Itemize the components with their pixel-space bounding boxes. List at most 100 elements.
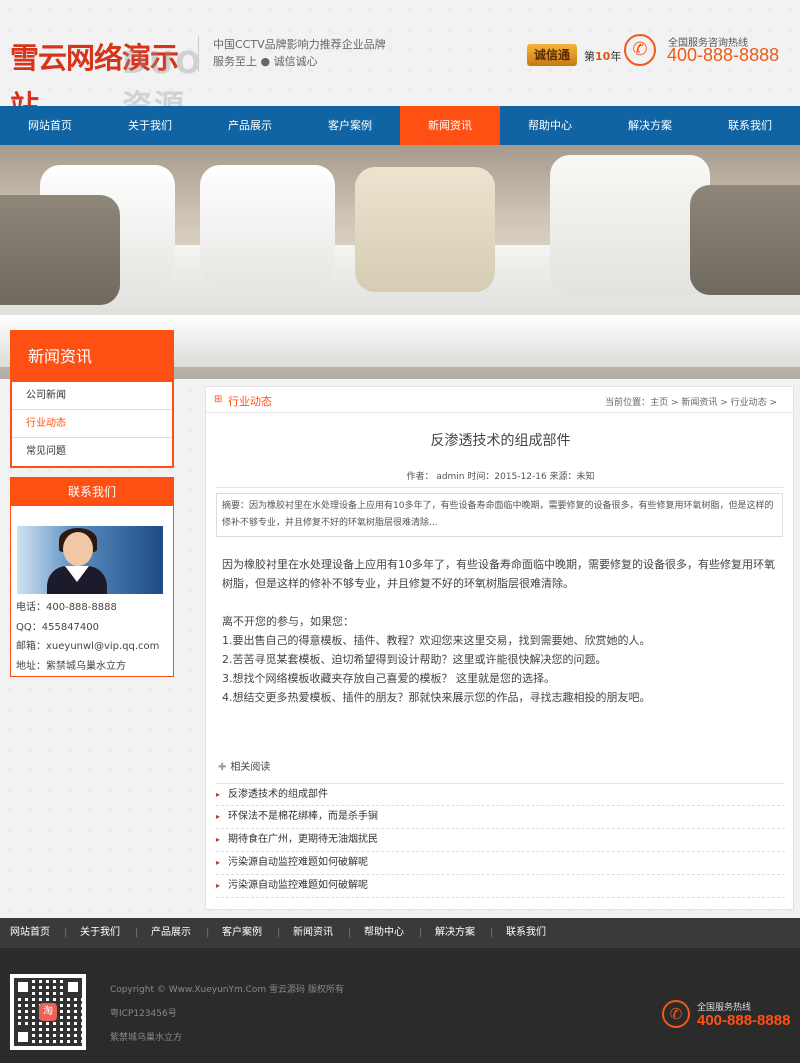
sidebar-item-industry-news[interactable]: 行业动态 xyxy=(12,410,172,438)
phone-icon: ✆ xyxy=(624,34,656,66)
slogan: 中国CCTV品牌影响力推荐企业品牌 服务至上 ● 诚信诚心 xyxy=(198,36,386,72)
related-list: ▸ 反渗透技术的组成部件 ▸ 环保法不是棉花绑棒，而是杀手锏 ▸ 期待食在广州，更期待… xyxy=(216,783,785,898)
sidebar-item-company-news[interactable]: 公司新闻 xyxy=(12,382,172,410)
related-item[interactable]: ▸ 期待食在广州，更期待无油烟扰民 xyxy=(216,829,785,852)
copyright: Copyright © Www.XueyunYm.Com 雪云源码 版权所有 xyxy=(110,985,344,995)
nav-item-news[interactable]: 新闻资讯 xyxy=(400,106,500,145)
footer-nav-cases[interactable]: 客户案例 xyxy=(222,918,262,948)
qr-corner xyxy=(14,978,32,996)
footer-nav: 网站首页 | 关于我们 | 产品展示 | 客户案例 | 新闻资讯 | 帮助中心 … xyxy=(0,918,800,948)
footer-nav-news[interactable]: 新闻资讯 xyxy=(293,918,333,948)
qr-corner xyxy=(64,978,82,996)
nav-item-about[interactable]: 关于我们 xyxy=(100,106,200,145)
customer-service-photo xyxy=(17,526,163,594)
cushion-4 xyxy=(550,155,710,295)
article-meta: 作者： admin 时间：2015-12-16 来源：未知 xyxy=(406,472,595,482)
article-intro: 离不开您的参与，如果您： xyxy=(222,615,354,628)
related-link[interactable]: 环保法不是棉花绑棒，而是杀手锏 xyxy=(228,811,378,822)
contact-address: 地址：紫禁城乌巢水立方 xyxy=(16,660,126,672)
contact-box: 联系我们 电话：400-888-8888 QQ：455847400 邮箱：xue… xyxy=(10,477,174,677)
sidebar-title: 新闻资讯 xyxy=(12,332,172,382)
main-nav: 网站首页 关于我们 产品展示 客户案例 新闻资讯 帮助中心 解决方案 联系我们 xyxy=(0,106,800,145)
site-logo[interactable]: 雪云网络演示站 DUO资源 xyxy=(10,34,201,124)
phone-icon: ✆ xyxy=(662,1000,690,1028)
related-heading: ✚ 相关阅读 xyxy=(218,758,270,773)
footer-nav-separator: | xyxy=(277,927,281,938)
related-link[interactable]: 污染源自动监控难题如何破解呢 xyxy=(228,880,368,891)
year-prefix: 第 xyxy=(584,50,595,63)
related-link[interactable]: 反渗透技术的组成部件 xyxy=(228,789,328,800)
year-suffix: 年 xyxy=(610,50,622,63)
footer-nav-about[interactable]: 关于我们 xyxy=(80,918,120,948)
footer-nav-solutions[interactable]: 解决方案 xyxy=(435,918,475,948)
footer-address: 紫禁城乌巢水立方 xyxy=(110,1033,183,1043)
nav-item-solutions[interactable]: 解决方案 xyxy=(600,106,700,145)
arrow-icon: ▸ xyxy=(216,835,221,844)
breadcrumb[interactable]: 当前位置：主页 > 新闻资讯 > 行业动态 > xyxy=(605,395,777,408)
footer-nav-separator: | xyxy=(419,927,423,938)
year-number: 10 xyxy=(595,50,611,63)
article-title: 反渗透技术的组成部件 xyxy=(430,433,571,449)
footer-hotline-number: 400-888-8888 xyxy=(697,1012,791,1029)
arrow-icon: ▸ xyxy=(216,858,221,867)
arrow-icon: ▸ xyxy=(216,812,221,821)
related-link[interactable]: 期待食在广州，更期待无油烟扰民 xyxy=(228,834,378,845)
footer-nav-separator: | xyxy=(64,927,68,938)
footer-nav-products[interactable]: 产品展示 xyxy=(151,918,191,948)
cushion-3 xyxy=(355,167,495,292)
slogan-line-2: 服务至上 ● 诚信诚心 xyxy=(213,55,318,68)
footer-nav-separator: | xyxy=(206,927,210,938)
section-icon: ⊞ xyxy=(214,394,223,405)
nav-item-cases[interactable]: 客户案例 xyxy=(300,106,400,145)
nav-item-contact[interactable]: 联系我们 xyxy=(700,106,800,145)
arrow-icon: ▸ xyxy=(216,790,221,799)
related-title: 相关阅读 xyxy=(230,762,271,773)
plus-icon: ✚ xyxy=(218,762,227,773)
qr-corner xyxy=(14,1028,32,1046)
contact-email: 邮箱：xueyunwl@vip.qq.com xyxy=(16,641,160,652)
section-title: 行业动态 xyxy=(228,395,272,408)
integrity-badge: 诚信通 xyxy=(527,44,577,66)
article-point-3: 3.想找个网络模板收藏夹存放自己喜爱的模板？ 这里就是您的选择。 xyxy=(222,672,555,685)
footer-nav-separator: | xyxy=(135,927,139,938)
sidebar-item-faq[interactable]: 常见问题 xyxy=(12,438,172,466)
article-point-1: 1.要出售自己的得意模板、插件、教程？欢迎您来这里交易，找到需要她、欣赏她的人。 xyxy=(222,634,651,647)
footer-nav-contact[interactable]: 联系我们 xyxy=(506,918,546,948)
nav-item-home[interactable]: 网站首页 xyxy=(0,106,100,145)
footer-nav-help[interactable]: 帮助中心 xyxy=(364,918,404,948)
article-panel: ⊞ 行业动态 当前位置：主页 > 新闻资讯 > 行业动态 > 反渗透技术的组成部… xyxy=(205,386,794,910)
footer-nav-separator: | xyxy=(348,927,352,938)
qr-code: 淘 xyxy=(10,974,86,1050)
arrow-icon: ▸ xyxy=(216,881,221,890)
icp-number[interactable]: 粤ICP123456号 xyxy=(110,1002,344,1026)
article-point-4: 4.想结交更多热爱模板、插件的朋友？那就快来展示您的作品，寻找志趣相投的朋友吧。 xyxy=(222,691,651,704)
contact-qq: QQ：455847400 xyxy=(16,621,100,633)
article-body: 因为橡胶衬里在水处理设备上应用有10多年了，有些设备寿命面临中晚期，需要修复的设… xyxy=(222,555,778,707)
cushion-6 xyxy=(690,185,800,295)
slogan-line-1: 中国CCTV品牌影响力推荐企业品牌 xyxy=(213,38,386,51)
related-item[interactable]: ▸ 污染源自动监控难题如何破解呢 xyxy=(216,875,785,898)
hotline-number: 400-888-8888 xyxy=(667,45,780,65)
sidebar-category: 新闻资讯 公司新闻 行业动态 常见问题 xyxy=(10,330,174,468)
taobao-icon: 淘 xyxy=(39,1003,57,1021)
nav-item-products[interactable]: 产品展示 xyxy=(200,106,300,145)
related-item[interactable]: ▸ 污染源自动监控难题如何破解呢 xyxy=(216,852,785,875)
article-point-2: 2.苦苦寻觅某套模板、迫切希望得到设计帮助？这里或许能很快解决您的问题。 xyxy=(222,653,607,666)
contact-details: 电话：400-888-8888 QQ：455847400 邮箱：xueyunwl… xyxy=(16,598,159,676)
nav-item-help[interactable]: 帮助中心 xyxy=(500,106,600,145)
related-link[interactable]: 污染源自动监控难题如何破解呢 xyxy=(228,857,368,868)
contact-phone: 电话：400-888-8888 xyxy=(16,602,117,613)
cushion-5 xyxy=(0,195,120,305)
related-item[interactable]: ▸ 环保法不是棉花绑棒，而是杀手锏 xyxy=(216,806,785,829)
article-summary: 摘要：因为橡胶衬里在水处理设备上应用有10多年了，有些设备寿命面临中晚期，需要修… xyxy=(216,493,783,537)
footer-nav-home[interactable]: 网站首页 xyxy=(10,918,50,948)
related-item[interactable]: ▸ 反渗透技术的组成部件 xyxy=(216,783,785,806)
badge-year: 第10年 xyxy=(584,48,621,64)
contact-title: 联系我们 xyxy=(11,478,173,506)
article-panel-header: ⊞ 行业动态 当前位置：主页 > 新闻资讯 > 行业动态 > xyxy=(206,387,793,413)
cushion-2 xyxy=(200,165,335,285)
qr-pattern: 淘 xyxy=(14,978,82,1046)
site-header: 雪云网络演示站 DUO资源 中国CCTV品牌影响力推荐企业品牌 服务至上 ● 诚… xyxy=(0,0,800,124)
divider xyxy=(216,487,785,488)
